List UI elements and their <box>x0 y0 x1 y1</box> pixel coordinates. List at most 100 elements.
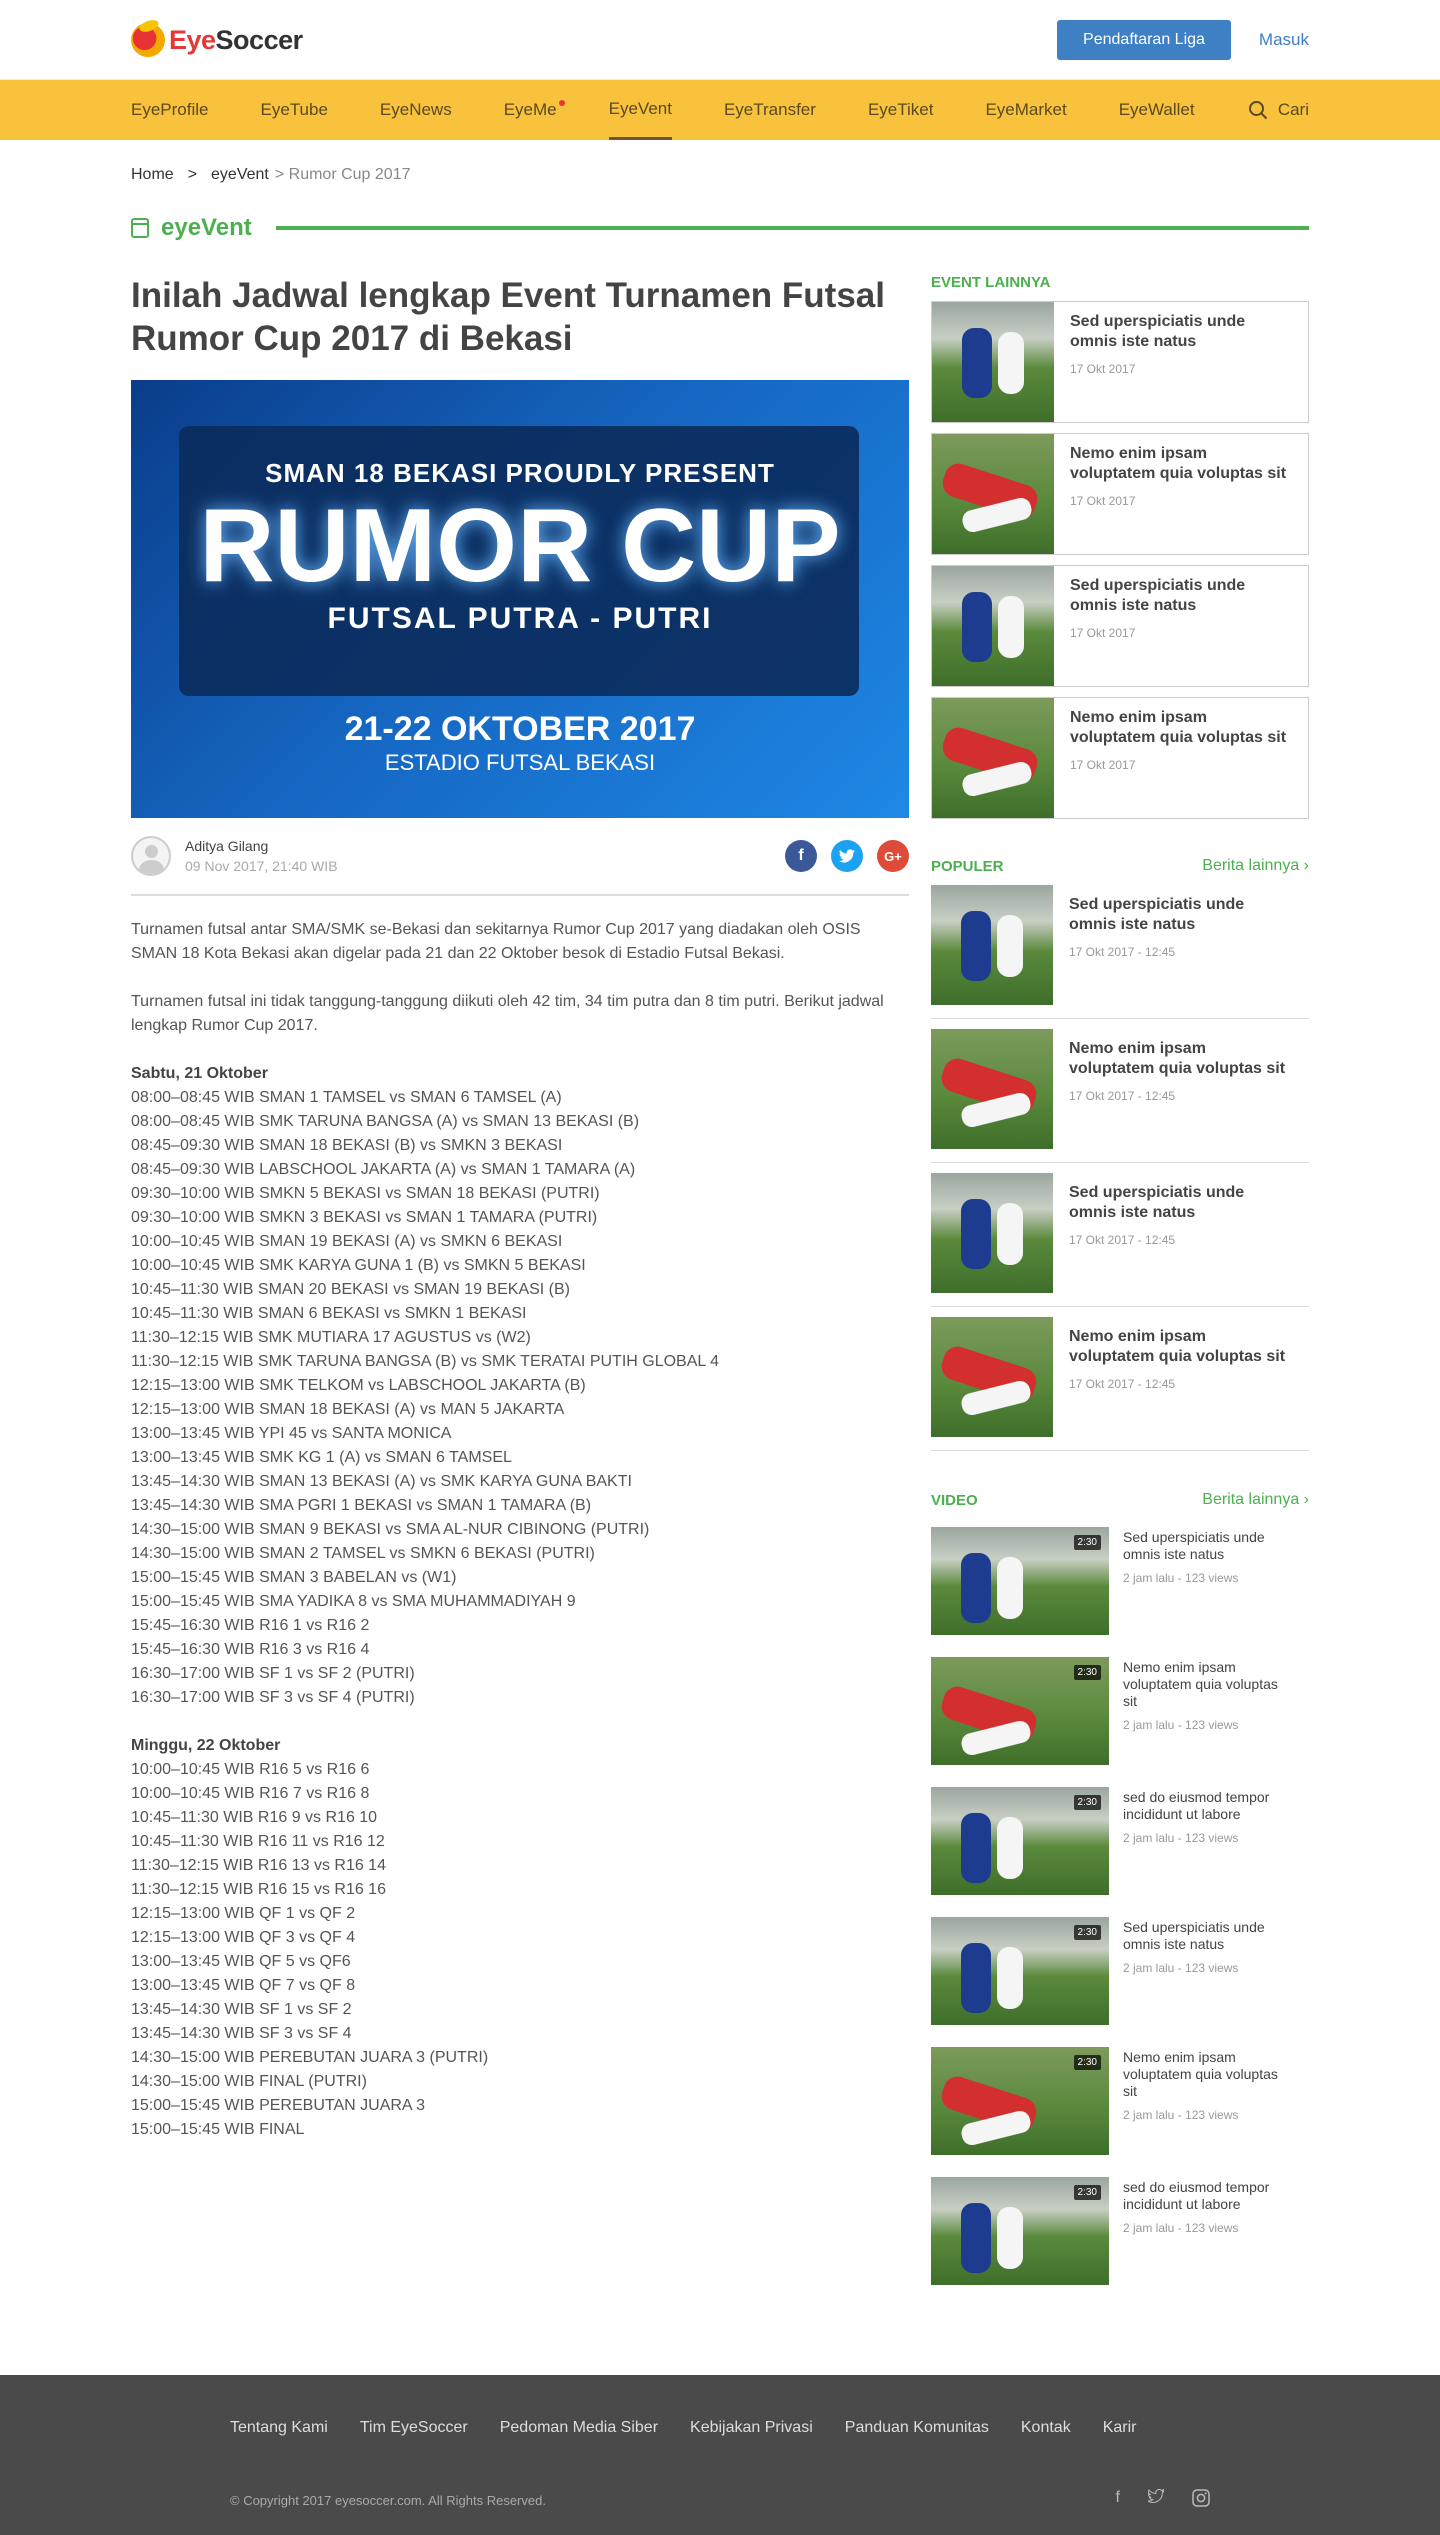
search-button[interactable]: Cari <box>1248 100 1309 120</box>
nav-item-eyenews[interactable]: EyeNews <box>380 80 452 140</box>
schedule-row: 15:45–16:30 WIB R16 1 vs R16 2 <box>131 1617 370 1634</box>
schedule-row: 10:45–11:30 WIB SMAN 20 BEKASI vs SMAN 1… <box>131 1281 570 1298</box>
popular-title[interactable]: Nemo enim ipsam voluptatem quia voluptas… <box>1069 1039 1293 1079</box>
popular-item[interactable]: Sed uperspiciatis unde omnis iste natus 1… <box>931 885 1309 1019</box>
popular-thumbnail[interactable] <box>931 1029 1053 1149</box>
event-date: 17 Okt 2017 <box>1070 626 1136 640</box>
popular-thumbnail[interactable] <box>931 885 1053 1005</box>
video-thumbnail[interactable]: 2:30 <box>931 1787 1109 1895</box>
event-title[interactable]: Nemo enim ipsam voluptatem quia voluptas… <box>1070 708 1292 748</box>
footer: Tentang Kami Tim EyeSoccer Pedoman Media S… <box>0 2375 1440 2535</box>
nav-item-eyewallet[interactable]: EyeWallet <box>1119 80 1195 140</box>
more-video-link[interactable]: Berita lainnya › <box>1202 1491 1309 1509</box>
more-news-link[interactable]: Berita lainnya › <box>1202 857 1309 875</box>
video-thumbnail[interactable]: 2:30 <box>931 1657 1109 1765</box>
nav-item-eyeme-label: EyeMe <box>503 100 557 119</box>
video-item[interactable]: 2:30 Nemo enim ipsam voluptatem quia volu… <box>931 1657 1309 1765</box>
footer-link[interactable]: Tim EyeSoccer <box>360 2419 468 2437</box>
popular-date: 17 Okt 2017 - 12:45 <box>1069 945 1176 959</box>
video-item[interactable]: 2:30 sed do eiusmod tempor incididunt ut … <box>931 2177 1309 2285</box>
event-card[interactable]: Sed uperspiciatis unde omnis iste natus 1… <box>931 565 1309 687</box>
footer-link[interactable]: Kontak <box>1021 2419 1071 2437</box>
popular-item[interactable]: Sed uperspiciatis unde omnis iste natus 1… <box>931 1173 1309 1307</box>
nav-item-eyetiket[interactable]: EyeTiket <box>868 80 934 140</box>
nav-item-eyeprofile[interactable]: EyeProfile <box>131 80 208 140</box>
breadcrumb: Home > eyeVent > Rumor Cup 2017 <box>131 166 1309 184</box>
video-title[interactable]: Nemo enim ipsam voluptatem quia voluptas… <box>1123 1659 1295 1710</box>
facebook-icon[interactable]: f <box>785 840 817 872</box>
video-title[interactable]: Nemo enim ipsam voluptatem quia voluptas… <box>1123 2049 1295 2100</box>
video-duration: 2:30 <box>1073 2055 1101 2070</box>
schedule-row: 15:45–16:30 WIB R16 3 vs R16 4 <box>131 1641 370 1658</box>
video-info: Nemo enim ipsam voluptatem quia voluptas… <box>1109 1657 1309 1765</box>
video-thumbnail[interactable]: 2:30 <box>931 1917 1109 2025</box>
facebook-icon[interactable]: f <box>1116 2489 1120 2512</box>
schedule-row: 13:45–14:30 WIB SMAN 13 BEKASI (A) vs SM… <box>131 1473 632 1490</box>
event-title[interactable]: Sed uperspiciatis unde omnis iste natus <box>1070 312 1292 352</box>
schedule-row: 09:30–10:00 WIB SMKN 3 BEKASI vs SMAN 1 … <box>131 1209 598 1226</box>
event-date: 17 Okt 2017 <box>1070 758 1136 772</box>
video-meta: 2 jam lalu - 123 views <box>1123 1718 1239 1732</box>
popular-thumbnail[interactable] <box>931 1173 1053 1293</box>
event-title[interactable]: Sed uperspiciatis unde omnis iste natus <box>1070 576 1292 616</box>
video-item[interactable]: 2:30 Sed uperspiciatis unde omnis iste na… <box>931 1917 1309 2025</box>
event-title[interactable]: Nemo enim ipsam voluptatem quia voluptas… <box>1070 444 1292 484</box>
popular-item[interactable]: Nemo enim ipsam voluptatem quia voluptas… <box>931 1317 1309 1451</box>
twitter-icon[interactable] <box>831 840 863 872</box>
event-thumbnail[interactable] <box>932 566 1054 686</box>
twitter-icon[interactable] <box>1147 2488 1165 2512</box>
video-thumbnail[interactable]: 2:30 <box>931 2177 1109 2285</box>
site-logo[interactable]: EyeSoccer <box>131 23 303 57</box>
schedule-row: 14:30–15:00 WIB PEREBUTAN JUARA 3 (PUTRI… <box>131 2049 489 2066</box>
footer-link[interactable]: Kebijakan Privasi <box>690 2419 813 2437</box>
footer-link[interactable]: Tentang Kami <box>230 2419 328 2437</box>
event-card[interactable]: Nemo enim ipsam voluptatem quia voluptas… <box>931 433 1309 555</box>
register-league-button[interactable]: Pendaftaran Liga <box>1057 20 1231 60</box>
author-name[interactable]: Aditya Gilang <box>185 838 338 854</box>
video-item[interactable]: 2:30 Nemo enim ipsam voluptatem quia volu… <box>931 2047 1309 2155</box>
video-title[interactable]: sed do eiusmod tempor incididunt ut labo… <box>1123 1789 1295 1823</box>
video-title[interactable]: sed do eiusmod tempor incididunt ut labo… <box>1123 2179 1295 2213</box>
video-duration: 2:30 <box>1073 1535 1101 1550</box>
video-title[interactable]: Sed uperspiciatis unde omnis iste natus <box>1123 1529 1295 1563</box>
publish-date: 09 Nov 2017, 21:40 WIB <box>185 858 338 874</box>
event-card[interactable]: Nemo enim ipsam voluptatem quia voluptas… <box>931 697 1309 819</box>
nav-item-eyetube[interactable]: EyeTube <box>260 80 327 140</box>
event-thumbnail[interactable] <box>932 698 1054 818</box>
footer-link[interactable]: Panduan Komunitas <box>845 2419 989 2437</box>
popular-title[interactable]: Sed uperspiciatis unde omnis iste natus <box>1069 1183 1293 1223</box>
schedule-row: 11:30–12:15 WIB SMK MUTIARA 17 AGUSTUS v… <box>131 1329 531 1346</box>
popular-thumbnail[interactable] <box>931 1317 1053 1437</box>
nav-item-eyetransfer[interactable]: EyeTransfer <box>724 80 816 140</box>
footer-link[interactable]: Pedoman Media Siber <box>500 2419 658 2437</box>
event-thumbnail[interactable] <box>932 302 1054 422</box>
instagram-icon[interactable] <box>1192 2489 1210 2512</box>
schedule-day-heading: Sabtu, 21 Oktober <box>131 1065 268 1082</box>
breadcrumb-home[interactable]: Home <box>131 166 174 184</box>
breadcrumb-section[interactable]: eyeVent <box>211 166 269 184</box>
schedule-row: 14:30–15:00 WIB SMAN 2 TAMSEL vs SMKN 6 … <box>131 1545 595 1562</box>
schedule-row: 13:45–14:30 WIB SMA PGRI 1 BEKASI vs SMA… <box>131 1497 592 1514</box>
footer-link[interactable]: Karir <box>1103 2419 1137 2437</box>
video-item[interactable]: 2:30 Sed uperspiciatis unde omnis iste na… <box>931 1527 1309 1635</box>
google-plus-icon[interactable]: G+ <box>877 840 909 872</box>
video-thumbnail[interactable]: 2:30 <box>931 1527 1109 1635</box>
popular-title[interactable]: Nemo enim ipsam voluptatem quia voluptas… <box>1069 1327 1293 1367</box>
calendar-icon <box>131 218 149 238</box>
popular-title[interactable]: Sed uperspiciatis unde omnis iste natus <box>1069 895 1293 935</box>
event-card[interactable]: Sed uperspiciatis unde omnis iste natus 1… <box>931 301 1309 423</box>
video-title[interactable]: Sed uperspiciatis unde omnis iste natus <box>1123 1919 1295 1953</box>
event-thumbnail[interactable] <box>932 434 1054 554</box>
video-duration: 2:30 <box>1073 1665 1101 1680</box>
video-thumbnail[interactable]: 2:30 <box>931 2047 1109 2155</box>
nav-item-eyeme[interactable]: EyeMe <box>503 80 565 140</box>
hero-line-5: ESTADIO FUTSAL BEKASI <box>384 750 656 775</box>
nav-item-eyemarket[interactable]: EyeMarket <box>985 80 1066 140</box>
login-link[interactable]: Masuk <box>1259 30 1309 50</box>
nav-item-eyevent[interactable]: EyeVent <box>608 80 672 140</box>
schedule-row: 10:45–11:30 WIB R16 11 vs R16 12 <box>131 1833 385 1850</box>
video-item[interactable]: 2:30 sed do eiusmod tempor incididunt ut … <box>931 1787 1309 1895</box>
popular-item[interactable]: Nemo enim ipsam voluptatem quia voluptas… <box>931 1029 1309 1163</box>
article-hero-image: SMAN 18 BEKASI PROUDLY PRESENT RUMOR CUP… <box>131 380 909 818</box>
avatar[interactable] <box>131 836 171 876</box>
